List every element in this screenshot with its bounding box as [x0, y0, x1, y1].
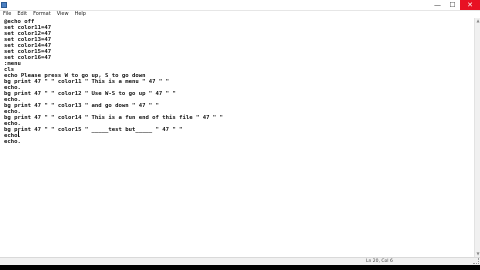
code-line: bg print 47 " " color11 " This is a menu… — [4, 79, 170, 85]
title-bar[interactable]: — ☐ ✕ — [0, 0, 480, 11]
menu-edit[interactable]: Edit — [14, 11, 30, 18]
menu-format[interactable]: Format — [30, 11, 54, 18]
text-caret — [18, 131, 19, 137]
window-controls: — ☐ ✕ — [430, 0, 480, 10]
code-line: bg print 47 " " color13 " and go down " … — [4, 103, 159, 109]
scroll-up-arrow-icon[interactable]: ▲ — [475, 18, 480, 24]
notepad-window: — ☐ ✕ File Edit Format View Help @echo o… — [0, 0, 480, 265]
minimize-button[interactable]: — — [430, 0, 445, 10]
maximize-button[interactable]: ☐ — [445, 0, 460, 10]
notepad-icon — [1, 2, 7, 8]
menu-view[interactable]: View — [54, 11, 72, 18]
resize-grip-icon[interactable] — [473, 258, 479, 264]
vertical-scrollbar[interactable]: ▲ ▼ — [474, 18, 480, 257]
close-button[interactable]: ✕ — [460, 0, 480, 10]
code-line: bg print 47 " " color12 " Use W-S to go … — [4, 91, 176, 97]
code-line: bg print 47 " " color14 " This is a fun … — [4, 115, 223, 121]
status-bar: Ln 20, Col 6 — [0, 257, 480, 265]
cursor-position: Ln 20, Col 6 — [366, 259, 393, 264]
menu-file[interactable]: File — [0, 11, 14, 18]
menu-bar: File Edit Format View Help — [0, 11, 480, 18]
code-line: bg print 47 " " color15 " _____test but_… — [4, 127, 183, 133]
code-line: echo. — [4, 139, 21, 145]
menu-help[interactable]: Help — [72, 11, 89, 18]
text-editor-area[interactable]: @echo off set color11=47 set color12=47 set… — [0, 18, 474, 257]
